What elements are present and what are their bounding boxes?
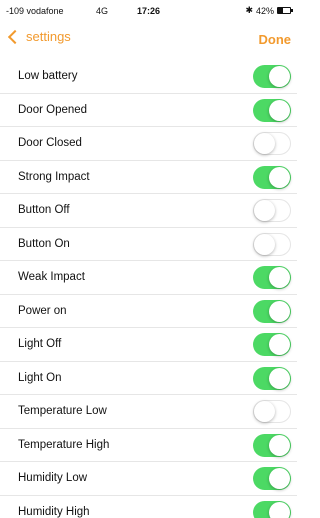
status-bar: -109 vodafone 4G 17:26 ✱ 42% xyxy=(0,0,297,20)
toggle-knob xyxy=(269,367,290,389)
setting-row: Temperature Low xyxy=(0,395,297,429)
setting-toggle[interactable] xyxy=(253,366,291,390)
setting-toggle[interactable] xyxy=(253,467,291,490)
setting-row: Temperature High xyxy=(0,429,297,462)
setting-label: Door Opened xyxy=(18,103,88,116)
setting-label: Strong Impact xyxy=(18,170,90,183)
settings-list: Low battery Door Opened Door Closed Strong … xyxy=(0,60,297,518)
toggle-knob xyxy=(254,401,275,422)
battery-fill xyxy=(278,8,284,13)
toggle-knob xyxy=(269,99,290,121)
setting-row: Low battery xyxy=(0,60,297,94)
setting-toggle[interactable] xyxy=(253,98,291,122)
toggle-knob xyxy=(269,300,290,322)
done-button[interactable]: Done xyxy=(259,32,292,47)
settings-screen: -109 vodafone 4G 17:26 ✱ 42% settings Do… xyxy=(0,0,297,518)
setting-toggle[interactable] xyxy=(253,400,291,423)
setting-label: Light Off xyxy=(18,338,62,350)
setting-toggle[interactable] xyxy=(253,299,291,323)
setting-row: Button Off xyxy=(0,194,297,228)
setting-row: Power on xyxy=(0,295,297,328)
setting-label: Door Closed xyxy=(18,137,82,149)
setting-row: Door Closed xyxy=(0,127,297,161)
setting-label: Button Off xyxy=(18,204,70,216)
setting-toggle[interactable] xyxy=(253,232,291,256)
setting-row: Humidity Low xyxy=(0,462,297,496)
toggle-knob xyxy=(269,267,290,288)
setting-row: Strong Impact xyxy=(0,161,297,194)
setting-row: Light On xyxy=(0,362,297,395)
setting-toggle[interactable] xyxy=(253,132,291,155)
setting-row: Button On xyxy=(0,228,297,261)
setting-row: Light Off xyxy=(0,328,297,362)
setting-toggle[interactable] xyxy=(253,165,291,189)
setting-label: Temperature Low xyxy=(18,405,107,417)
chevron-left-icon xyxy=(7,29,23,44)
toggle-knob xyxy=(269,434,290,456)
setting-label: Weak Impact xyxy=(18,271,85,283)
setting-label: Humidity Low xyxy=(18,472,88,484)
status-right: ✱ 42% xyxy=(245,5,293,16)
toggle-knob xyxy=(254,200,275,221)
toggle-knob xyxy=(269,166,290,188)
toggle-knob xyxy=(269,334,290,355)
setting-row: Door Opened xyxy=(0,94,297,127)
back-button[interactable]: settings xyxy=(6,29,71,44)
setting-label: Button On xyxy=(18,237,70,250)
battery-icon xyxy=(277,7,293,14)
toggle-knob xyxy=(254,233,275,255)
toggle-knob xyxy=(254,133,275,154)
setting-toggle[interactable] xyxy=(253,65,291,88)
battery-percent: 42% xyxy=(255,5,274,16)
setting-toggle[interactable] xyxy=(253,500,291,518)
setting-label: Light On xyxy=(18,371,62,384)
setting-toggle[interactable] xyxy=(253,266,291,289)
bluetooth-icon: ✱ xyxy=(245,5,253,15)
toggle-knob xyxy=(269,501,290,518)
setting-row: Weak Impact xyxy=(0,261,297,295)
setting-toggle[interactable] xyxy=(253,333,291,356)
setting-label: Power on xyxy=(18,304,67,317)
setting-toggle[interactable] xyxy=(253,199,291,222)
setting-label: Humidity High xyxy=(18,505,90,518)
nav-bar: settings Done xyxy=(0,22,297,56)
setting-row: Humidity High xyxy=(0,496,297,518)
back-label: settings xyxy=(26,29,71,44)
toggle-knob xyxy=(269,468,290,489)
toggle-knob xyxy=(269,66,290,87)
setting-toggle[interactable] xyxy=(253,433,291,457)
setting-label: Low battery xyxy=(18,70,78,82)
setting-label: Temperature High xyxy=(18,438,110,451)
